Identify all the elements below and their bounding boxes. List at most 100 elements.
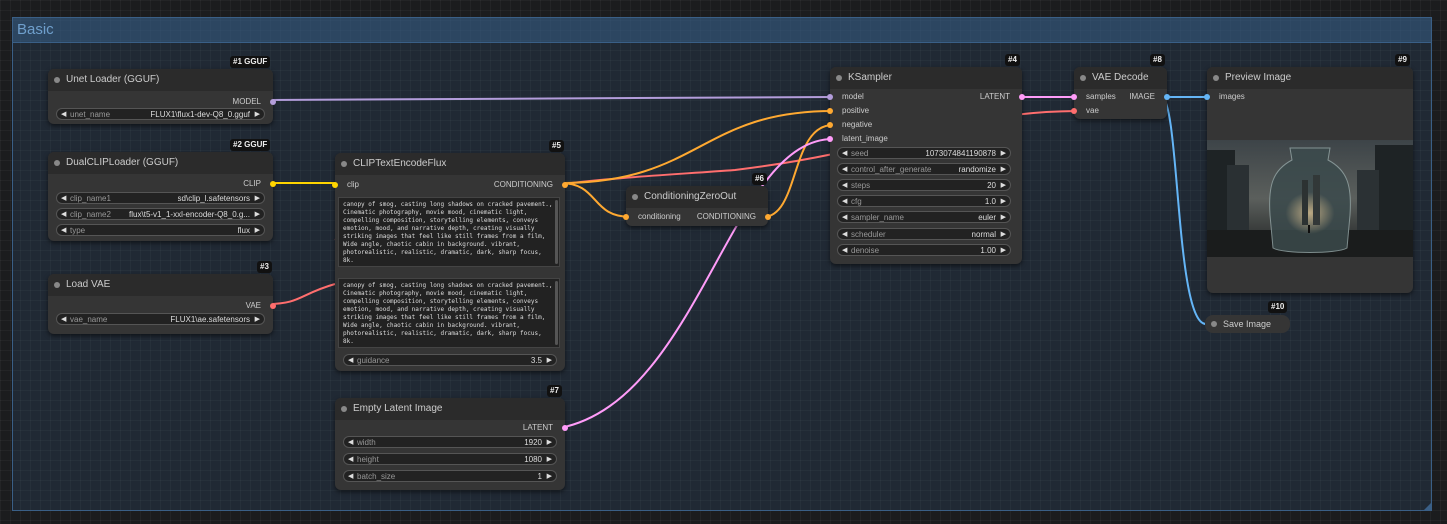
arrow-right-icon[interactable]: ▶ <box>255 193 260 203</box>
slot-dot-icon[interactable] <box>1164 94 1170 100</box>
arrow-right-icon[interactable]: ▶ <box>547 454 552 464</box>
slot-dot-icon[interactable] <box>270 181 276 187</box>
arrow-left-icon[interactable]: ◀ <box>61 109 66 119</box>
widget-steps[interactable]: ◀ steps 20 ▶ <box>837 179 1011 191</box>
collapse-icon[interactable] <box>836 75 842 81</box>
arrow-right-icon[interactable]: ▶ <box>255 109 260 119</box>
slot-row-conditioning[interactable]: conditioning CONDITIONING <box>623 210 771 224</box>
arrow-left-icon[interactable]: ◀ <box>842 196 847 206</box>
widget-clip-name2[interactable]: ◀ clip_name2 flux\t5-v1_1-xxl-encoder-Q8… <box>56 208 265 220</box>
widget-scheduler[interactable]: ◀ scheduler normal ▶ <box>837 228 1011 240</box>
slot-row-vae[interactable]: vae <box>1071 104 1167 118</box>
scrollbar[interactable] <box>555 200 558 264</box>
arrow-right-icon[interactable]: ▶ <box>547 355 552 365</box>
collapse-icon[interactable] <box>54 77 60 83</box>
slot-dot-icon[interactable] <box>1204 94 1210 100</box>
arrow-left-icon[interactable]: ◀ <box>61 314 66 324</box>
arrow-left-icon[interactable]: ◀ <box>348 454 353 464</box>
slot-dot-icon[interactable] <box>562 182 568 188</box>
group-header[interactable]: Basic <box>13 18 1431 43</box>
widget-unet-name[interactable]: ◀ unet_name FLUX1\flux1-dev-Q8_0.gguf ▶ <box>56 108 265 120</box>
arrow-right-icon[interactable]: ▶ <box>547 471 552 481</box>
slot-dot-icon[interactable] <box>562 425 568 431</box>
slot-dot-icon[interactable] <box>623 214 629 220</box>
widget-width[interactable]: ◀ width 1920 ▶ <box>343 436 557 448</box>
slot-row-negative[interactable]: negative <box>827 118 1022 132</box>
preview-image[interactable] <box>1207 140 1413 257</box>
widget-clip-name1[interactable]: ◀ clip_name1 sd\clip_l.safetensors ▶ <box>56 192 265 204</box>
node-title-bar[interactable]: Unet Loader (GGUF) <box>48 69 273 91</box>
arrow-left-icon[interactable]: ◀ <box>61 225 66 235</box>
collapse-icon[interactable] <box>1213 75 1219 81</box>
prompt-textarea-clip-l[interactable]: canopy of smog, casting long shadows on … <box>338 197 560 267</box>
collapse-icon[interactable] <box>341 406 347 412</box>
prompt-textarea-t5xxl[interactable]: canopy of smog, casting long shadows on … <box>338 278 560 348</box>
output-slot-clip[interactable]: CLIP <box>48 177 276 191</box>
slot-dot-icon[interactable] <box>1071 108 1077 114</box>
node-title-bar[interactable]: VAE Decode <box>1074 67 1167 89</box>
node-save-image-collapsed[interactable]: Save Image <box>1205 315 1290 333</box>
slot-dot-icon[interactable] <box>827 94 833 100</box>
arrow-right-icon[interactable]: ▶ <box>1001 229 1006 239</box>
arrow-right-icon[interactable]: ▶ <box>547 437 552 447</box>
arrow-left-icon[interactable]: ◀ <box>348 355 353 365</box>
widget-sampler-name[interactable]: ◀ sampler_name euler ▶ <box>837 211 1011 223</box>
node-title-bar[interactable]: ConditioningZeroOut <box>626 186 768 208</box>
arrow-right-icon[interactable]: ▶ <box>255 314 260 324</box>
widget-height[interactable]: ◀ height 1080 ▶ <box>343 453 557 465</box>
arrow-left-icon[interactable]: ◀ <box>61 193 66 203</box>
group-resize-handle[interactable] <box>1424 503 1431 510</box>
slot-dot-icon[interactable] <box>827 136 833 142</box>
arrow-left-icon[interactable]: ◀ <box>348 437 353 447</box>
slot-dot-icon[interactable] <box>765 214 771 220</box>
node-load-vae[interactable]: Load VAE VAE ◀ vae_name FLUX1\ae.safeten… <box>48 274 276 334</box>
arrow-right-icon[interactable]: ▶ <box>1001 245 1006 255</box>
arrow-right-icon[interactable]: ▶ <box>1001 148 1006 158</box>
slot-dot-icon[interactable] <box>827 122 833 128</box>
output-slot-vae[interactable]: VAE <box>48 299 276 313</box>
node-preview-image[interactable]: Preview Image images <box>1204 67 1413 293</box>
slot-dot-icon[interactable] <box>270 303 276 309</box>
slot-row-samples[interactable]: samples IMAGE <box>1071 90 1170 104</box>
arrow-left-icon[interactable]: ◀ <box>842 212 847 222</box>
node-vae-decode[interactable]: VAE Decode samples IMAGE vae <box>1071 67 1170 119</box>
slot-row-positive[interactable]: positive <box>827 104 1022 118</box>
widget-vae-name[interactable]: ◀ vae_name FLUX1\ae.safetensors ▶ <box>56 313 265 325</box>
arrow-left-icon[interactable]: ◀ <box>842 148 847 158</box>
arrow-left-icon[interactable]: ◀ <box>348 471 353 481</box>
output-slot-latent[interactable]: LATENT <box>335 421 568 435</box>
widget-batch-size[interactable]: ◀ batch_size 1 ▶ <box>343 470 557 482</box>
arrow-right-icon[interactable]: ▶ <box>1001 212 1006 222</box>
node-empty-latent-image[interactable]: Empty Latent Image LATENT ◀ width 1920 ▶… <box>335 398 568 490</box>
widget-control-after-generate[interactable]: ◀ control_after_generate randomize ▶ <box>837 163 1011 175</box>
node-title-bar[interactable]: KSampler <box>830 67 1022 89</box>
node-clip-text-encode-flux[interactable]: CLIPTextEncodeFlux clip CONDITIONING can… <box>332 153 568 371</box>
widget-seed[interactable]: ◀ seed 1073074841190878 ▶ <box>837 147 1011 159</box>
arrow-left-icon[interactable]: ◀ <box>842 164 847 174</box>
collapse-icon[interactable] <box>54 282 60 288</box>
collapse-icon[interactable] <box>341 161 347 167</box>
node-title-bar[interactable]: CLIPTextEncodeFlux <box>335 153 565 175</box>
arrow-left-icon[interactable]: ◀ <box>61 209 66 219</box>
node-unet-loader[interactable]: Unet Loader (GGUF) MODEL ◀ unet_name FLU… <box>48 69 276 124</box>
widget-type[interactable]: ◀ type flux ▶ <box>56 224 265 236</box>
slot-dot-icon[interactable] <box>1071 94 1077 100</box>
arrow-right-icon[interactable]: ▶ <box>255 225 260 235</box>
node-dualclip-loader[interactable]: DualCLIPLoader (GGUF) CLIP ◀ clip_name1 … <box>48 152 276 241</box>
widget-cfg[interactable]: ◀ cfg 1.0 ▶ <box>837 195 1011 207</box>
widget-guidance[interactable]: ◀ guidance 3.5 ▶ <box>343 354 557 366</box>
arrow-left-icon[interactable]: ◀ <box>842 229 847 239</box>
collapse-icon[interactable] <box>632 194 638 200</box>
arrow-right-icon[interactable]: ▶ <box>255 209 260 219</box>
slot-row-images[interactable]: images <box>1204 90 1413 104</box>
node-title-bar[interactable]: Empty Latent Image <box>335 398 565 420</box>
arrow-right-icon[interactable]: ▶ <box>1001 196 1006 206</box>
node-conditioning-zero-out[interactable]: ConditioningZeroOut conditioning CONDITI… <box>623 186 771 226</box>
slot-dot-icon[interactable] <box>332 182 338 188</box>
node-title-bar[interactable]: DualCLIPLoader (GGUF) <box>48 152 273 174</box>
slot-row-clip[interactable]: clip CONDITIONING <box>332 178 568 192</box>
node-ksampler[interactable]: KSampler model LATENT positive negative … <box>827 67 1025 264</box>
collapse-icon[interactable] <box>54 160 60 166</box>
output-slot-model[interactable]: MODEL <box>48 95 276 109</box>
collapse-icon[interactable] <box>1211 321 1217 327</box>
